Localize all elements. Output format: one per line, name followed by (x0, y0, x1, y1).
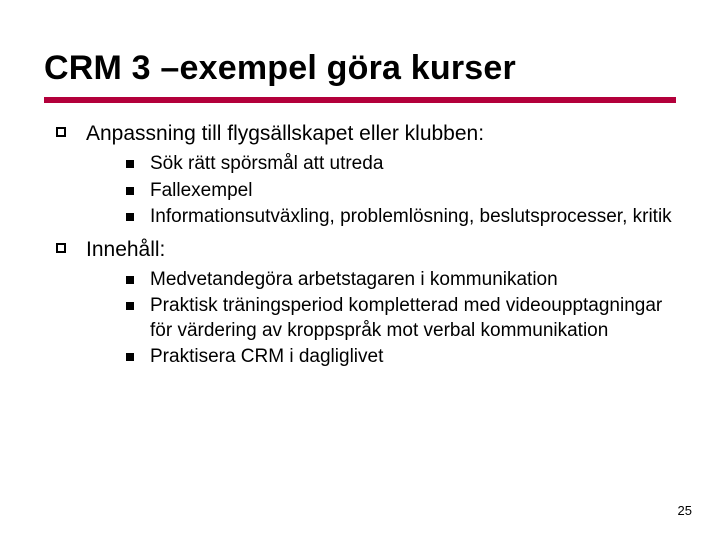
section-heading: Innehåll: (86, 238, 165, 261)
list-item: Sök rätt spörsmål att utreda (120, 152, 676, 176)
list-item: Fallexempel (120, 179, 676, 203)
bullet-list-level1: Anpassning till flygsällskapet eller klu… (44, 121, 676, 369)
list-item: Praktisera CRM i dagliglivet (120, 345, 676, 369)
list-item: Praktisk träningsperiod kompletterad med… (120, 294, 676, 343)
section-item: Innehåll: Medvetandegöra arbetstagaren i… (52, 237, 676, 369)
page-number: 25 (678, 503, 692, 518)
list-item: Medvetandegöra arbetstagaren i kommunika… (120, 268, 676, 292)
section-item: Anpassning till flygsällskapet eller klu… (52, 121, 676, 229)
slide-title: CRM 3 –exempel göra kurser (44, 50, 676, 87)
section-heading: Anpassning till flygsällskapet eller klu… (86, 122, 484, 145)
bullet-list-level2: Sök rätt spörsmål att utreda Fallexempel… (86, 152, 676, 229)
slide: CRM 3 –exempel göra kurser Anpassning ti… (0, 0, 720, 540)
bullet-list-level2: Medvetandegöra arbetstagaren i kommunika… (86, 268, 676, 369)
list-item: Informationsutväxling, problemlösning, b… (120, 205, 676, 229)
slide-content: Anpassning till flygsällskapet eller klu… (44, 121, 676, 369)
title-underline (44, 97, 676, 103)
